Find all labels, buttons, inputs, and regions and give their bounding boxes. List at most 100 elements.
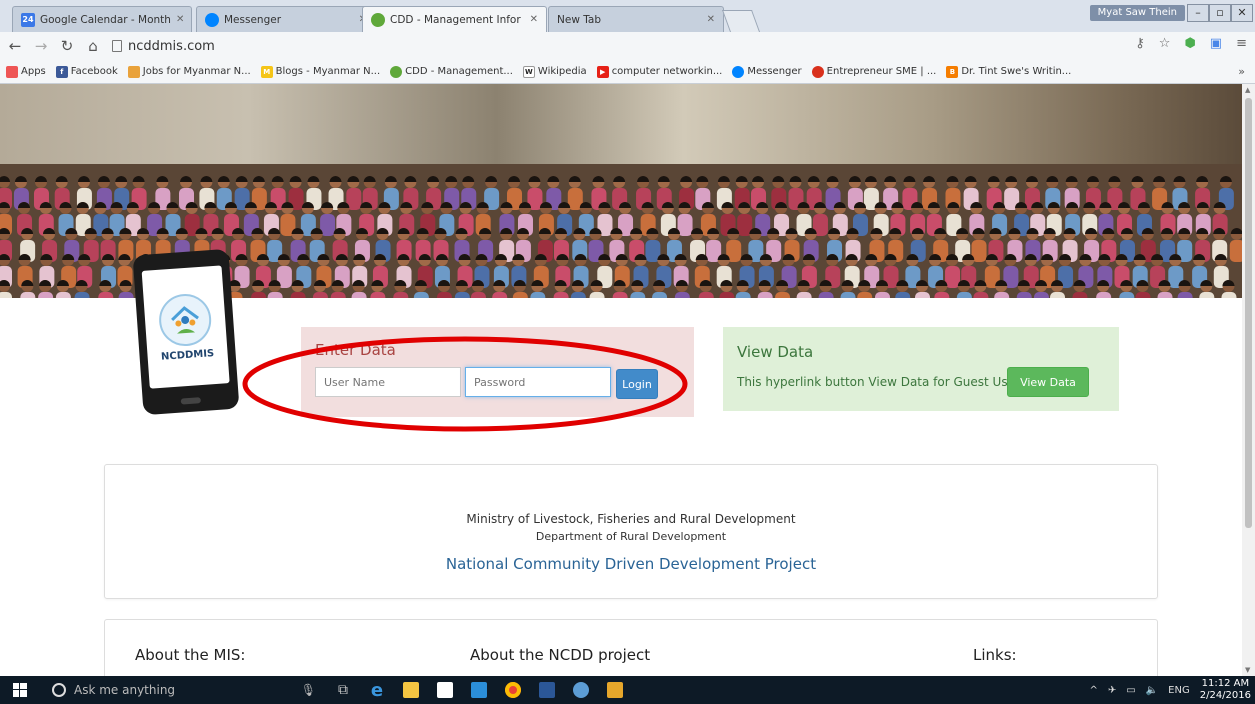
clock[interactable]: 11:12 AM 2/24/2016 [1200, 678, 1251, 702]
maximize-button[interactable]: ▫ [1209, 4, 1231, 22]
crowd-person-body [312, 292, 328, 298]
cdd-icon [390, 65, 403, 78]
crowd-person-body [570, 292, 586, 298]
bookmark-apps[interactable]: Apps [6, 65, 46, 78]
crowd-person-body [1033, 292, 1049, 298]
globe-icon[interactable] [564, 676, 598, 704]
department-name: Department of Rural Development [535, 530, 727, 543]
scroll-thumb[interactable] [1245, 98, 1252, 528]
bookmark-youtube[interactable]: ▶ computer networkin... [596, 65, 722, 78]
crowd-person-body [973, 292, 989, 298]
apps-icon [6, 65, 18, 78]
profile-name[interactable]: Myat Saw Thein [1089, 5, 1185, 21]
back-arrow-icon[interactable]: ← [4, 37, 26, 55]
cortana-search-box[interactable]: Ask me anything 🎙 [40, 676, 326, 704]
page-scrollbar[interactable]: ▲ ▼ [1242, 84, 1255, 676]
crowd-person-body [630, 292, 646, 298]
crowd-person-body [757, 292, 773, 298]
bookmark-messenger[interactable]: Messenger [732, 65, 802, 78]
crowd-person-body [553, 292, 569, 298]
crowd-person-body [55, 292, 71, 298]
crowd-person-body [351, 292, 367, 298]
crowd-person-body [370, 292, 386, 298]
crowd-person-body [393, 292, 409, 298]
tab-new-tab[interactable]: New Tab ✕ [548, 6, 724, 32]
store-icon[interactable] [428, 676, 462, 704]
key-icon[interactable]: ⚷ [1135, 36, 1145, 51]
bookmark-blogs[interactable]: M Blogs - Myanmar N... [260, 65, 380, 78]
edge-icon[interactable]: e [360, 676, 394, 704]
tab-google-calendar[interactable]: 24 Google Calendar - Month ✕ [12, 6, 192, 32]
close-icon[interactable]: ✕ [707, 14, 715, 25]
password-input[interactable] [465, 367, 611, 397]
facebook-icon: f [55, 65, 68, 78]
microphone-icon[interactable]: 🎙 [301, 683, 316, 697]
volume-icon[interactable]: 🔈 [1146, 685, 1158, 696]
crowd-person-body [454, 292, 470, 298]
language-indicator[interactable]: ENG [1168, 685, 1190, 696]
links-heading: Links: [973, 646, 1017, 664]
bookmark-wikipedia[interactable]: W Wikipedia [522, 65, 587, 78]
crowd-person-body [945, 266, 961, 288]
calendar-icon: 24 [21, 12, 35, 27]
reload-icon[interactable]: ↻ [56, 37, 78, 55]
translate-icon[interactable]: ▣ [1210, 36, 1222, 51]
extension-shield-icon[interactable]: ⬢ [1184, 36, 1195, 51]
banner-wall [0, 84, 1242, 174]
task-view-icon[interactable]: ⧉ [326, 676, 360, 704]
bookmark-blogger[interactable]: B Dr. Tint Swe's Writin... [946, 65, 1071, 78]
tab-messenger[interactable]: Messenger ✕ [196, 6, 376, 32]
scroll-up-icon[interactable]: ▲ [1245, 86, 1250, 94]
scroll-down-icon[interactable]: ▼ [1245, 666, 1250, 674]
crowd-person-body [796, 292, 812, 298]
sticky-notes-icon[interactable] [598, 676, 632, 704]
close-icon[interactable]: ✕ [176, 14, 184, 25]
more-bookmarks-icon[interactable]: » [1238, 65, 1245, 78]
view-data-button[interactable]: View Data [1007, 367, 1089, 397]
forward-arrow-icon[interactable]: → [30, 37, 52, 55]
username-input[interactable] [315, 367, 461, 397]
about-ncdd-heading: About the NCDD project [470, 646, 651, 664]
crowd-person-body [413, 292, 429, 298]
crowd-person-body [612, 292, 628, 298]
view-data-panel: View Data This hyperlink button View Dat… [723, 327, 1119, 411]
url-field[interactable]: ncddmis.com [112, 39, 215, 54]
start-button[interactable] [0, 676, 40, 704]
crowd-person-body [1157, 292, 1173, 298]
login-button[interactable]: Login [616, 369, 658, 399]
close-icon[interactable]: ✕ [530, 14, 538, 25]
entrepreneur-icon [811, 65, 824, 78]
crowd-person-body [934, 292, 950, 298]
word-icon[interactable] [530, 676, 564, 704]
phone-caption: NCDDMIS [160, 347, 215, 363]
system-tray: ^ ✈ ▭ 🔈 ENG 11:12 AM 2/24/2016 [1089, 676, 1251, 704]
bookmark-jobs[interactable]: Jobs for Myanmar N... [127, 65, 251, 78]
battery-icon[interactable]: ▭ [1126, 685, 1135, 696]
ncddmis-phone-logo: NCDDMIS [132, 248, 240, 416]
tab-cdd-management[interactable]: CDD - Management Infor ✕ [362, 6, 547, 32]
bookmark-entrepreneur[interactable]: Entrepreneur SME | ... [811, 65, 936, 78]
crowd-person-body [1050, 292, 1066, 298]
crowd-person-body [251, 292, 267, 298]
close-window-button[interactable]: ✕ [1231, 4, 1253, 22]
bookmark-label: Jobs for Myanmar N... [142, 66, 251, 77]
bookmark-facebook[interactable]: f Facebook [55, 65, 118, 78]
file-explorer-icon[interactable] [394, 676, 428, 704]
new-tab-button[interactable] [721, 10, 761, 32]
star-icon[interactable]: ☆ [1159, 36, 1171, 51]
chevron-up-icon[interactable]: ^ [1089, 685, 1097, 696]
bookmark-cdd[interactable]: CDD - Management... [390, 65, 513, 78]
media-player-icon[interactable] [462, 676, 496, 704]
chrome-icon[interactable] [496, 676, 530, 704]
crowd-person-body [38, 292, 54, 298]
tab-title: Google Calendar - Month [40, 13, 171, 26]
crowd-person-body [840, 292, 856, 298]
windows-icon [13, 683, 27, 697]
home-icon[interactable]: ⌂ [82, 37, 104, 55]
menu-icon[interactable]: ≡ [1236, 36, 1247, 51]
minimize-button[interactable]: – [1187, 4, 1209, 22]
crowd-person-body [267, 292, 283, 298]
crowd-person-body [674, 292, 690, 298]
crowd-person-body [1072, 292, 1088, 298]
network-icon[interactable]: ✈ [1108, 685, 1116, 696]
